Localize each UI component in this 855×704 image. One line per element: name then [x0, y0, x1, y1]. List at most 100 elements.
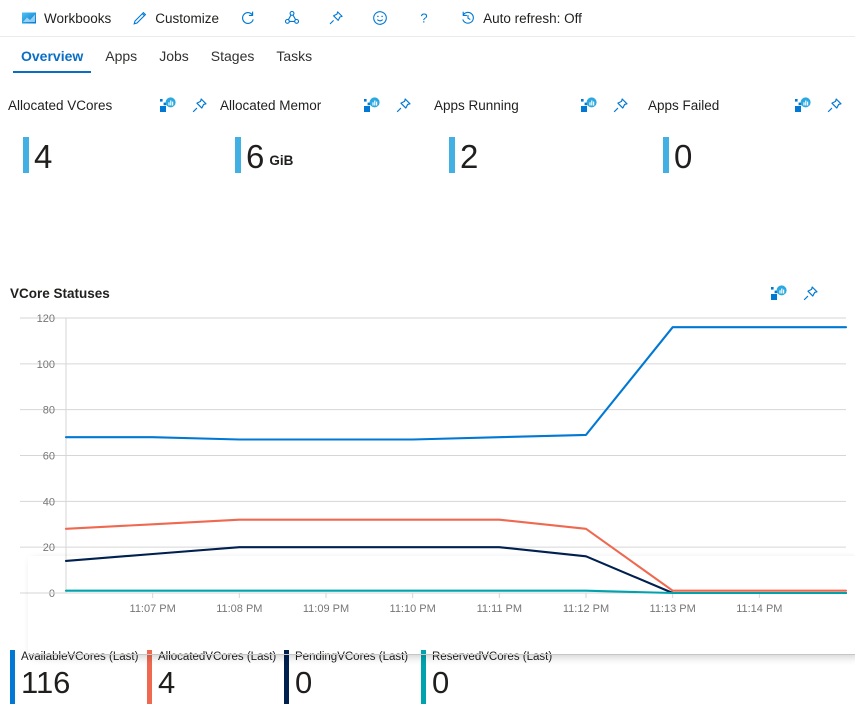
refresh-icon — [239, 10, 256, 27]
kpi-title: Apps Running — [434, 98, 519, 113]
legend-item-allocated-vcores[interactable]: AllocatedVCores (Last) 4 — [147, 650, 284, 704]
kpi-accent-bar — [449, 137, 455, 173]
kpi-tiles: Allocated VCores — [0, 90, 855, 200]
help-question-icon: ? — [415, 10, 432, 27]
legend-item-pending-vcores[interactable]: PendingVCores (Last) 0 — [284, 650, 421, 704]
tab-strip: Overview Apps Jobs Stages Tasks — [0, 39, 855, 73]
open-chart-icon[interactable] — [362, 96, 380, 114]
x-tick-label: 11:09 PM — [303, 603, 349, 615]
command-share[interactable] — [273, 3, 317, 33]
kpi-header: Allocated VCores — [8, 90, 208, 120]
kpi-value-group: 4 — [8, 137, 208, 173]
kpi-title: Allocated VCores — [8, 98, 112, 113]
y-tick-label: 40 — [43, 496, 55, 508]
pencil-icon — [131, 10, 148, 27]
kpi-value: 4 — [34, 140, 52, 173]
legend-color-swatch — [284, 650, 289, 704]
open-chart-icon[interactable] — [793, 96, 811, 114]
clock-history-icon — [459, 10, 476, 27]
x-tick-label: 11:12 PM — [563, 603, 609, 615]
legend-value: 4 — [158, 666, 276, 700]
command-help[interactable]: ? — [405, 3, 449, 33]
open-chart-icon[interactable] — [158, 96, 176, 114]
command-feedback[interactable] — [361, 3, 405, 33]
legend-label: AvailableVCores (Last) — [21, 650, 138, 664]
open-chart-icon[interactable] — [769, 284, 787, 302]
series-line — [66, 520, 846, 591]
tab-apps[interactable]: Apps — [94, 48, 148, 73]
command-pin[interactable] — [317, 3, 361, 33]
kpi-value-group: 2 — [434, 137, 629, 173]
y-tick-label: 20 — [43, 542, 55, 554]
line-chart-svg: 02040608010012011:07 PM11:08 PM11:09 PM1… — [0, 310, 855, 630]
kpi-value: 2 — [460, 140, 478, 173]
legend-color-swatch — [147, 650, 152, 704]
command-label: Auto refresh: Off — [483, 11, 582, 26]
kpi-actions — [350, 96, 412, 114]
command-refresh[interactable] — [229, 3, 273, 33]
vcore-statuses-chart-tile: VCore Statuses — [0, 278, 855, 704]
x-tick-label: 11:08 PM — [216, 603, 262, 615]
command-customize[interactable]: Customize — [121, 3, 229, 33]
feedback-smiley-icon — [371, 10, 388, 27]
tab-label: Tasks — [276, 48, 312, 64]
pin-icon[interactable] — [394, 96, 412, 114]
workbook-page: Workbooks Customize — [0, 0, 855, 704]
x-tick-label: 11:07 PM — [130, 603, 176, 615]
tab-stages[interactable]: Stages — [200, 48, 266, 73]
tab-overview[interactable]: Overview — [10, 48, 94, 73]
svg-text:?: ? — [420, 11, 427, 26]
tab-tasks[interactable]: Tasks — [265, 48, 323, 73]
pin-icon[interactable] — [611, 96, 629, 114]
legend-text: ReservedVCores (Last) 0 — [432, 650, 552, 704]
x-tick-label: 11:14 PM — [736, 603, 782, 615]
chart-actions — [769, 284, 845, 302]
series-line — [66, 547, 846, 593]
tab-label: Apps — [105, 48, 137, 64]
pin-icon — [327, 10, 344, 27]
pin-icon[interactable] — [825, 96, 843, 114]
command-workbooks[interactable]: Workbooks — [10, 3, 121, 33]
kpi-accent-bar — [235, 137, 241, 173]
legend-value: 0 — [295, 666, 408, 700]
kpi-actions — [781, 96, 843, 114]
kpi-tile-apps-running: Apps Running — [434, 90, 629, 190]
tab-label: Stages — [211, 48, 255, 64]
legend-text: AllocatedVCores (Last) 4 — [158, 650, 276, 704]
kpi-title: Allocated Memor — [220, 98, 321, 113]
y-tick-label: 120 — [37, 313, 55, 325]
command-label: Workbooks — [44, 11, 111, 26]
tab-jobs[interactable]: Jobs — [148, 48, 200, 73]
kpi-value-group: 0 — [648, 137, 843, 173]
x-tick-label: 11:13 PM — [650, 603, 696, 615]
kpi-tile-allocated-memory: Allocated Memor — [220, 90, 412, 190]
kpi-actions — [146, 96, 208, 114]
kpi-unit: GiB — [269, 151, 293, 173]
series-line — [66, 327, 846, 439]
kpi-tile-allocated-vcores: Allocated VCores — [8, 90, 208, 190]
legend-item-available-vcores[interactable]: AvailableVCores (Last) 116 — [10, 650, 147, 704]
chart-plot-area[interactable]: 02040608010012011:07 PM11:08 PM11:09 PM1… — [0, 310, 855, 630]
command-auto-refresh[interactable]: Auto refresh: Off — [449, 3, 592, 33]
legend-text: PendingVCores (Last) 0 — [295, 650, 408, 704]
legend-label: ReservedVCores (Last) — [432, 650, 552, 664]
kpi-header: Apps Running — [434, 90, 629, 120]
kpi-value: 6 — [246, 140, 264, 173]
pin-icon[interactable] — [190, 96, 208, 114]
chart-legend: AvailableVCores (Last) 116 AllocatedVCor… — [10, 650, 558, 704]
kpi-accent-bar — [23, 137, 29, 173]
pin-icon[interactable] — [801, 284, 819, 302]
open-chart-icon[interactable] — [579, 96, 597, 114]
kpi-header: Apps Failed — [648, 90, 843, 120]
legend-text: AvailableVCores (Last) 116 — [21, 650, 138, 704]
kpi-accent-bar — [663, 137, 669, 173]
legend-label: PendingVCores (Last) — [295, 650, 408, 664]
y-tick-label: 100 — [37, 359, 55, 371]
legend-color-swatch — [421, 650, 426, 704]
kpi-tile-apps-failed: Apps Failed — [648, 90, 843, 190]
tab-label: Jobs — [159, 48, 189, 64]
x-tick-label: 11:10 PM — [390, 603, 436, 615]
legend-item-reserved-vcores[interactable]: ReservedVCores (Last) 0 — [421, 650, 558, 704]
legend-value: 116 — [21, 666, 138, 700]
y-tick-label: 60 — [43, 451, 55, 463]
